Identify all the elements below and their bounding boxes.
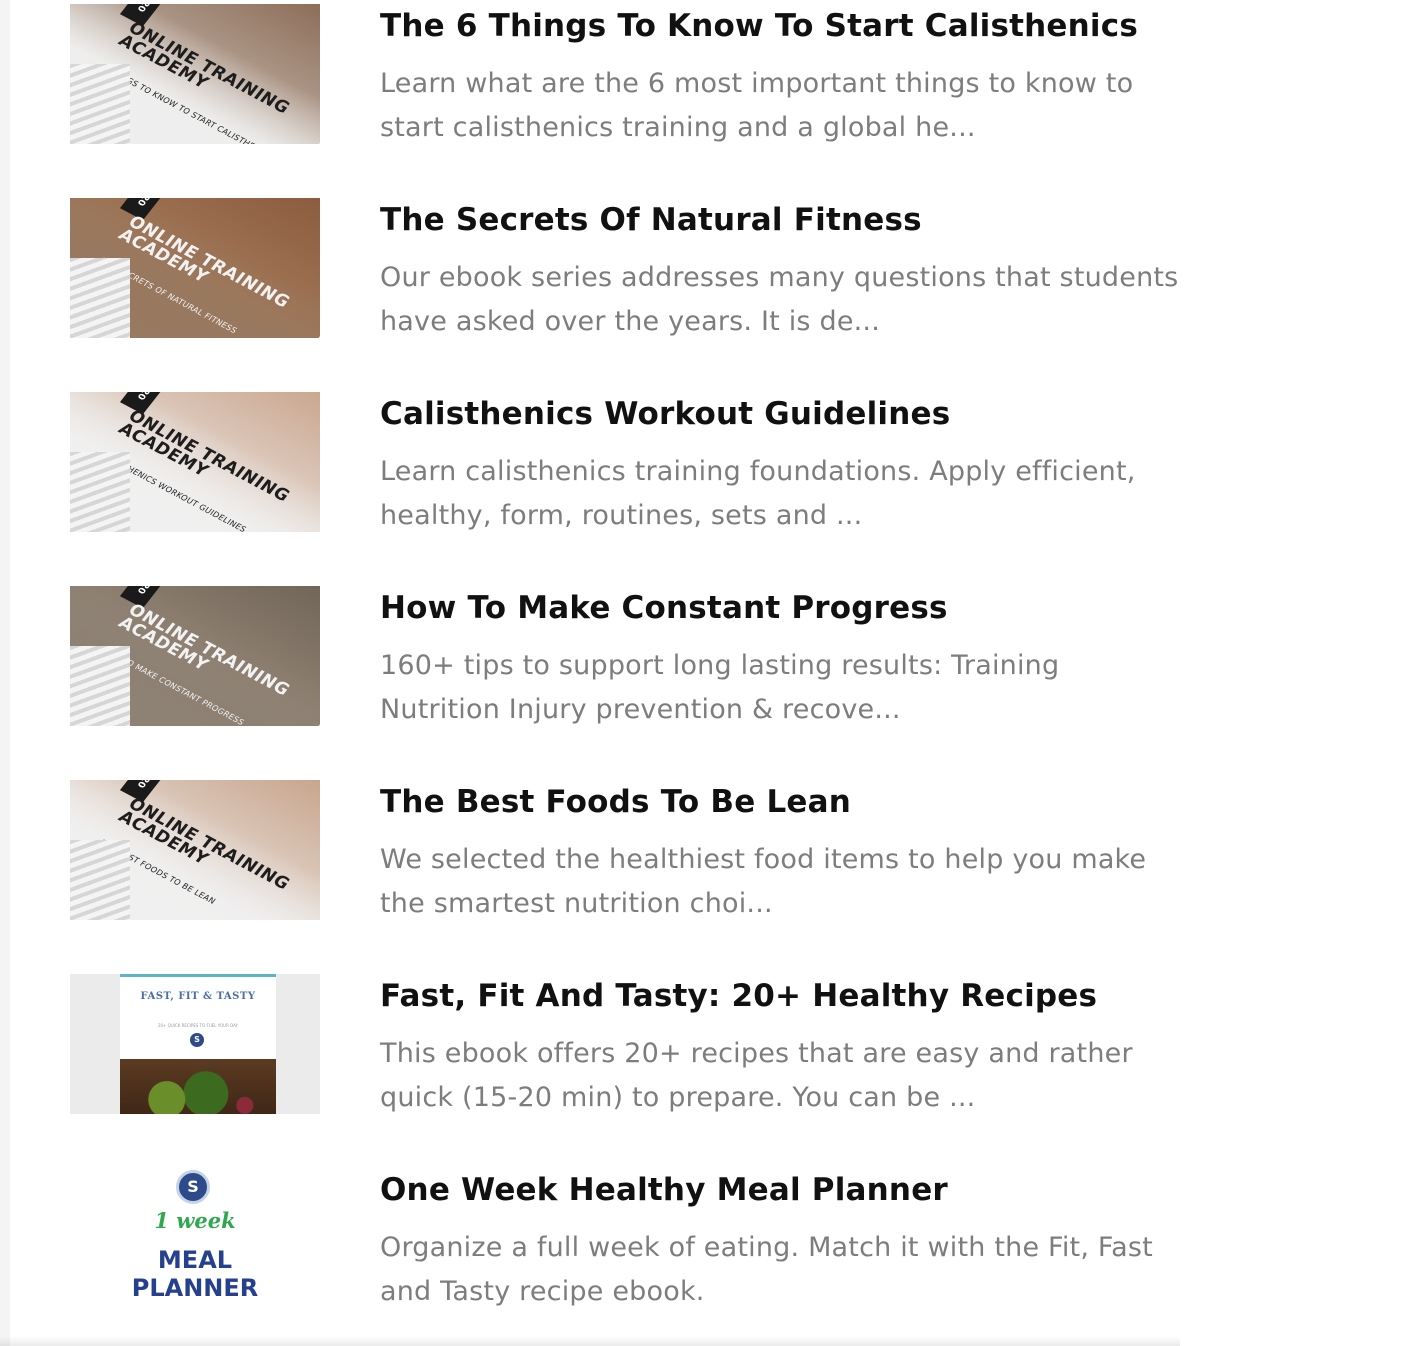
salad-photo <box>120 1059 276 1114</box>
recipe-cover-title: FAST, FIT & TASTY <box>140 991 256 1002</box>
ebook-description: This ebook offers 20+ recipes that are e… <box>380 1038 1133 1113</box>
ebook-title[interactable]: One Week Healthy Meal Planner <box>380 1172 948 1208</box>
ebook-cover-thumbnail[interactable]: S 1 week MEAL PLANNER <box>70 1168 320 1308</box>
recipe-cover-tagline: 20+ QUICK RECIPES TO FUEL YOUR DAY <box>157 1023 239 1028</box>
planner-title-line1: MEAL <box>157 1246 233 1274</box>
ebook-list-item[interactable]: FAST, FIT & TASTY 20+ QUICK RECIPES TO F… <box>70 970 1180 1120</box>
ebook-description: Organize a full week of eating. Match it… <box>380 1232 1153 1307</box>
scroll-shadow <box>0 1336 1180 1346</box>
meal-planner-cover: S 1 week MEAL PLANNER <box>70 1168 320 1308</box>
ebook-cover-thumbnail[interactable]: 2020 ONLINE TRAINING ACADEMY CALISTHENIC… <box>70 392 320 532</box>
book-page-edges <box>70 840 130 920</box>
ebook-title[interactable]: Fast, Fit And Tasty: 20+ Healthy Recipes <box>380 978 1097 1014</box>
ebook-description: 160+ tips to support long lasting result… <box>380 650 1060 725</box>
book-page-edges <box>70 646 130 726</box>
ebook-list-item[interactable]: S 1 week MEAL PLANNER One Week Healthy M… <box>70 1164 1180 1314</box>
ebook-cover-thumbnail[interactable]: 2020 ONLINE TRAINING ACADEMY THE SECRETS… <box>70 198 320 338</box>
ebook-list-item[interactable]: 2020 ONLINE TRAINING ACADEMY THE SECRETS… <box>70 194 1180 344</box>
ebook-description: We selected the healthiest food items to… <box>380 844 1147 919</box>
ebook-cover-thumbnail[interactable]: FAST, FIT & TASTY 20+ QUICK RECIPES TO F… <box>70 974 320 1114</box>
ebook-title[interactable]: The 6 Things To Know To Start Calistheni… <box>380 8 1138 44</box>
planner-title-line2: PLANNER <box>131 1274 259 1302</box>
ebook-description: Our ebook series addresses many question… <box>380 262 1179 337</box>
planner-week-text: 1 week <box>154 1208 236 1233</box>
ebook-cover-thumbnail[interactable]: 2020 ONLINE TRAINING ACADEMY 6 THINGS TO… <box>70 4 320 144</box>
page-left-edge <box>0 0 10 1346</box>
brand-logo-icon: S <box>176 1170 210 1204</box>
recipe-book-cover: FAST, FIT & TASTY 20+ QUICK RECIPES TO F… <box>120 974 276 1114</box>
ebook-list-item[interactable]: 2020 ONLINE TRAINING ACADEMY CALISTHENIC… <box>70 388 1180 538</box>
ebook-title[interactable]: How To Make Constant Progress <box>380 590 948 626</box>
ebook-description: Learn what are the 6 most important thin… <box>380 68 1134 143</box>
ebook-list-item[interactable]: 2020 ONLINE TRAINING ACADEMY HOW TO MAKE… <box>70 582 1180 732</box>
book-page-edges <box>70 258 130 338</box>
ebook-list-item[interactable]: 2020 ONLINE TRAINING ACADEMY THE BEST FO… <box>70 776 1180 926</box>
ebook-description: Learn calisthenics training foundations.… <box>380 456 1136 531</box>
book-page-edges <box>70 452 130 532</box>
ebook-cover-thumbnail[interactable]: 2020 ONLINE TRAINING ACADEMY HOW TO MAKE… <box>70 586 320 726</box>
ebook-title[interactable]: Calisthenics Workout Guidelines <box>380 396 950 432</box>
ebook-title[interactable]: The Best Foods To Be Lean <box>380 784 851 820</box>
ebook-list-item[interactable]: 2020 ONLINE TRAINING ACADEMY 6 THINGS TO… <box>70 0 1180 150</box>
planner-title: MEAL PLANNER <box>70 1246 320 1302</box>
ebook-cover-thumbnail[interactable]: 2020 ONLINE TRAINING ACADEMY THE BEST FO… <box>70 780 320 920</box>
book-page-edges <box>70 64 130 144</box>
brand-logo-icon: S <box>190 1033 204 1047</box>
ebook-title[interactable]: The Secrets Of Natural Fitness <box>380 202 922 238</box>
